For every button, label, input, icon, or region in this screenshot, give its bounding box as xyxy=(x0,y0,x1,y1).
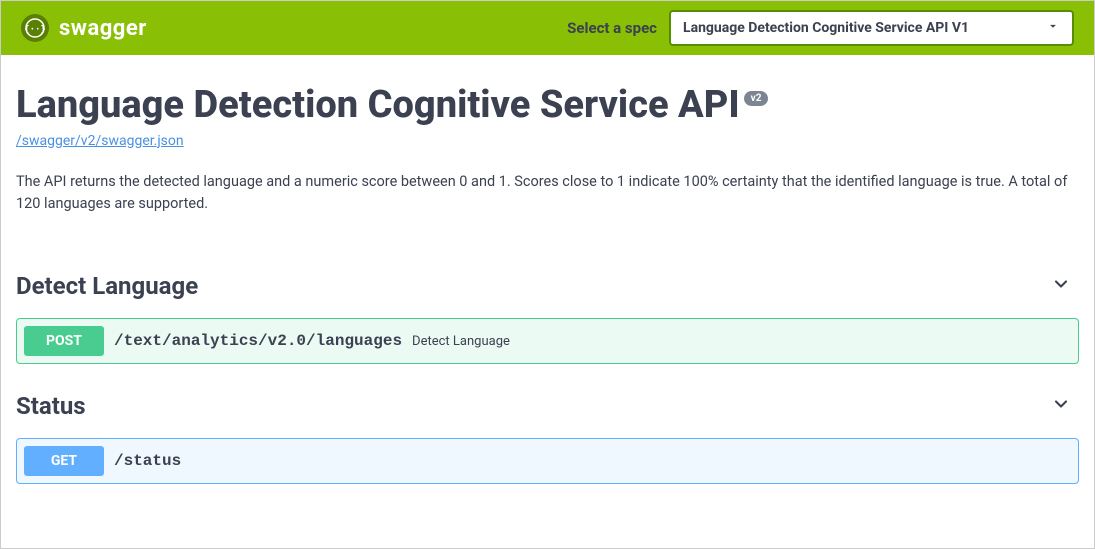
version-badge: v2 xyxy=(744,91,769,106)
operation-path: /text/analytics/v2.0/languages xyxy=(114,332,402,350)
operation-summary: Detect Language xyxy=(412,334,510,349)
brand-text: swagger xyxy=(59,16,147,41)
tag-name: Detect Language xyxy=(16,272,198,300)
main-content: Language Detection Cognitive Service API… xyxy=(1,55,1094,484)
brand: {··} swagger xyxy=(21,14,147,42)
topbar: {··} swagger Select a spec Language Dete… xyxy=(1,1,1094,55)
spec-selector: Select a spec Language Detection Cogniti… xyxy=(567,10,1074,46)
chevron-down-icon xyxy=(1051,394,1071,418)
method-badge-get: GET xyxy=(24,446,104,476)
tag-header-detect[interactable]: Detect Language xyxy=(16,262,1079,310)
chevron-down-icon xyxy=(1046,19,1060,37)
select-spec-label: Select a spec xyxy=(567,19,657,37)
spec-dropdown[interactable]: Language Detection Cognitive Service API… xyxy=(669,10,1074,46)
method-badge-post: POST xyxy=(24,326,104,356)
tag-detect-language: Detect Language POST /text/analytics/v2.… xyxy=(16,262,1079,364)
api-title: Language Detection Cognitive Service API xyxy=(16,85,740,127)
title-row: Language Detection Cognitive Service API… xyxy=(16,85,1079,127)
spec-url-link[interactable]: /swagger/v2/swagger.json xyxy=(16,133,184,149)
tag-header-status[interactable]: Status xyxy=(16,382,1079,430)
operation-post-languages[interactable]: POST /text/analytics/v2.0/languages Dete… xyxy=(16,318,1079,364)
operation-get-status[interactable]: GET /status xyxy=(16,438,1079,484)
api-description: The API returns the detected language an… xyxy=(16,171,1079,215)
tag-name: Status xyxy=(16,392,86,420)
spec-dropdown-value: Language Detection Cognitive Service API… xyxy=(683,20,969,36)
chevron-down-icon xyxy=(1051,274,1071,298)
tag-status: Status GET /status xyxy=(16,382,1079,484)
svg-text:{··}: {··} xyxy=(25,25,45,35)
swagger-logo-icon: {··} xyxy=(21,14,49,42)
operation-path: /status xyxy=(114,452,181,470)
